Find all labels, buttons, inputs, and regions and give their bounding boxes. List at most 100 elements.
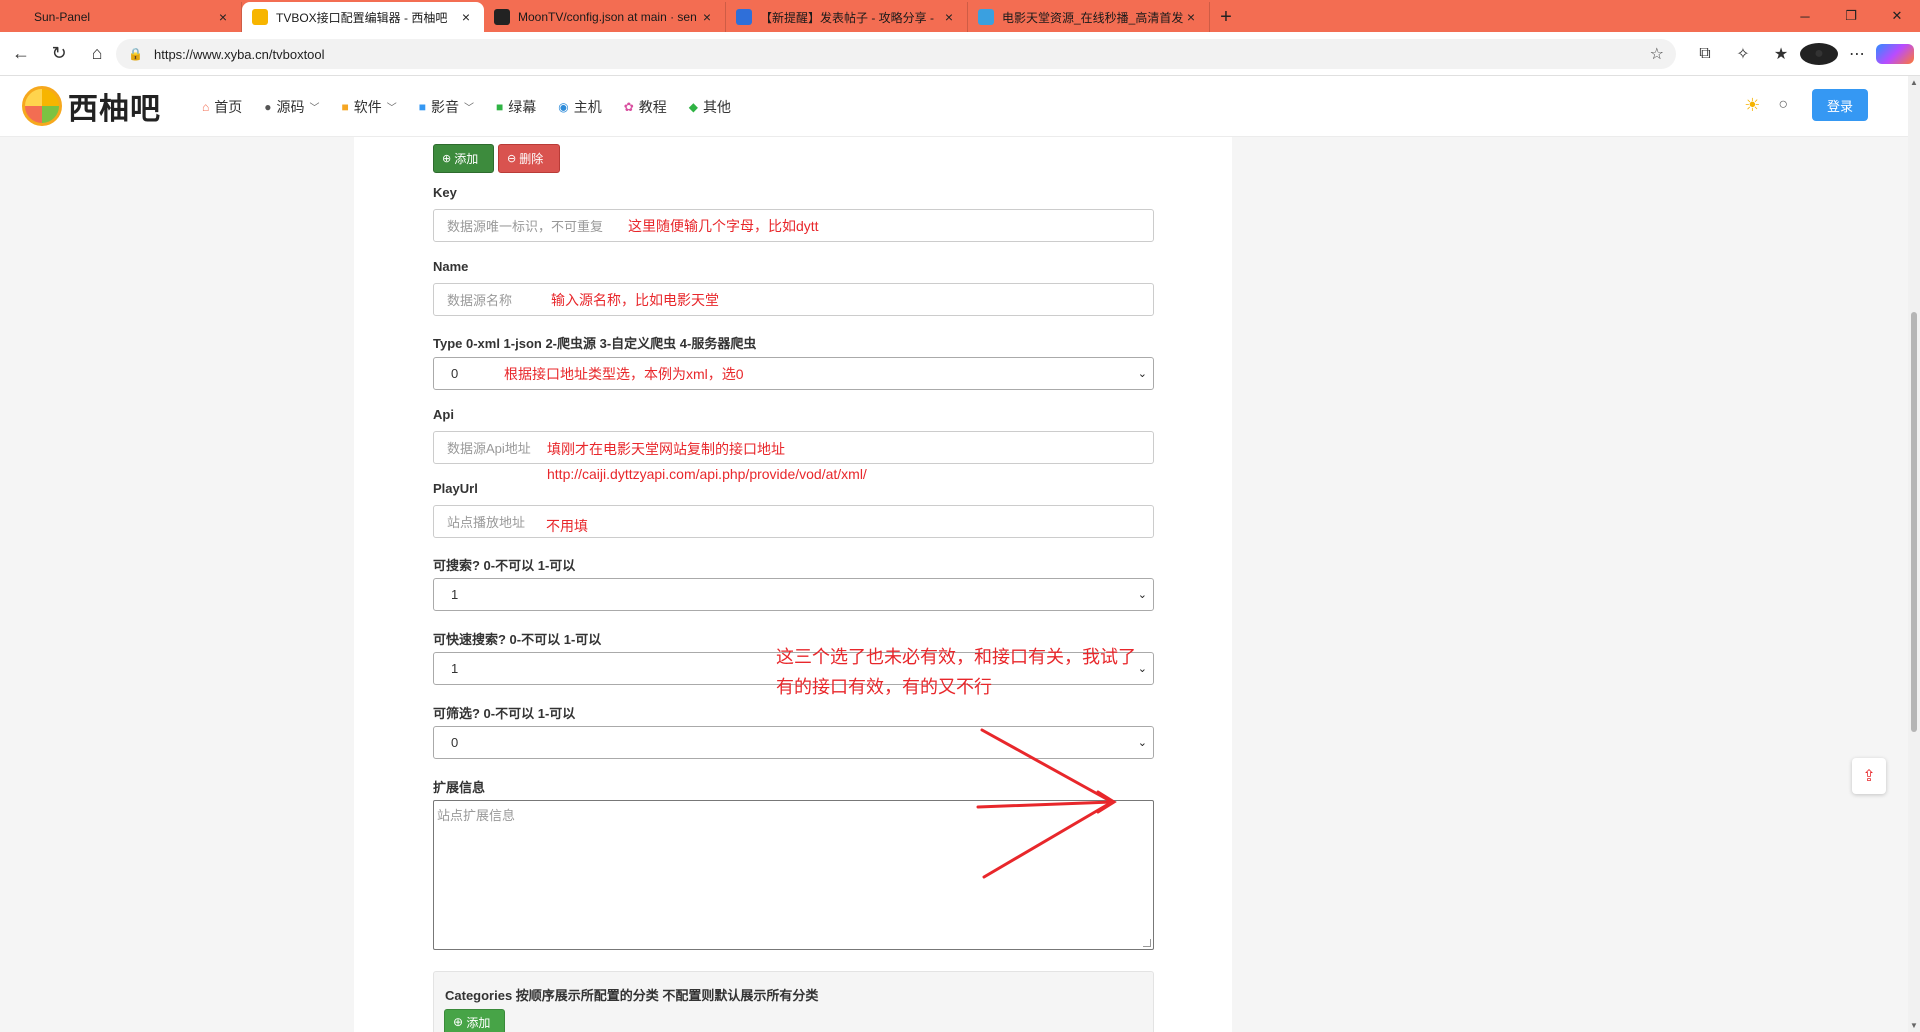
menu-item[interactable]: ● 源码 ﹀	[264, 97, 319, 117]
categories-title: Categories 按顺序展示所配置的分类 不配置则默认展示所有分类	[445, 988, 819, 1003]
menu-item-label: 软件	[353, 98, 382, 115]
copilot-button[interactable]	[1876, 44, 1914, 64]
browser-tab[interactable]: MoonTV/config.json at main · sen ×	[484, 2, 726, 32]
menu-item-label: 教程	[638, 98, 667, 115]
delete-source-button[interactable]: ⊖ 删除	[498, 144, 560, 173]
resize-handle[interactable]	[1143, 939, 1151, 947]
menu-item[interactable]: ■ 影音 ﹀	[419, 97, 474, 117]
restore-icon[interactable]: ❐	[1828, 0, 1874, 32]
arrow-line-top	[980, 728, 1114, 804]
url-text: https://www.xyba.cn/tvboxtool	[154, 46, 325, 62]
delete-label: 删除	[519, 152, 544, 166]
chevron-down-icon: ⌄	[1137, 368, 1147, 380]
menu-item[interactable]: ■ 绿幕	[496, 97, 536, 117]
type-value: 0	[451, 366, 459, 381]
login-button[interactable]: 登录	[1812, 89, 1868, 121]
search-icon[interactable]: ○	[1778, 96, 1788, 114]
arrow-line-bottom	[982, 800, 1114, 879]
name-label: Name	[433, 259, 469, 274]
categories-add-label: 添加	[466, 1015, 491, 1030]
back-icon[interactable]: ←	[4, 37, 38, 71]
menu-item-label: 源码	[276, 98, 305, 115]
more-menu-icon[interactable]: ⋯	[1838, 44, 1876, 64]
add-source-button[interactable]: ⊕ 添加	[433, 144, 494, 173]
browser-tab[interactable]: Sun-Panel ×	[0, 2, 242, 32]
theme-toggle-sun-icon[interactable]: ☀	[1744, 95, 1760, 116]
github-icon: ●	[264, 99, 272, 114]
split-screen-icon[interactable]: ⧉	[1686, 45, 1724, 63]
tab-close-icon[interactable]: ×	[1183, 9, 1199, 25]
chevron-down-icon: ⌄	[1137, 589, 1147, 601]
tab-close-icon[interactable]: ×	[941, 9, 957, 25]
tab-close-icon[interactable]: ×	[699, 9, 715, 25]
filterable-value: 0	[451, 735, 459, 750]
menu-item-label: 影音	[431, 98, 459, 115]
menu-item[interactable]: ◉ 主机	[558, 97, 601, 117]
minus-circle-icon: ⊖	[507, 153, 517, 165]
grapefruit-logo-icon	[22, 86, 62, 126]
home-icon: ⌂	[202, 99, 210, 114]
quicksearch-value: 1	[451, 661, 459, 676]
chevron-down-icon: ﹀	[464, 103, 474, 114]
favorite-star-icon[interactable]: ☆	[1650, 44, 1664, 64]
browser-tab[interactable]: TVBOX接口配置编辑器 - 西柚吧 ×	[242, 2, 484, 32]
menu-item-label: 首页	[214, 98, 243, 115]
menu-item[interactable]: ◆ 其他	[689, 97, 731, 117]
quicksearch-label: 可快速搜索? 0-不可以 1-可以	[433, 632, 602, 647]
home-icon[interactable]: ⌂	[80, 37, 114, 71]
menu-item[interactable]: ⌂ 首页	[202, 97, 242, 117]
name-input[interactable]: 数据源名称	[433, 283, 1154, 316]
profile-avatar[interactable]: ●	[1800, 43, 1838, 65]
site-info-icon[interactable]: 🔒	[128, 47, 144, 61]
add-label: 添加	[454, 152, 479, 166]
address-bar[interactable]: 🔒 https://www.xyba.cn/tvboxtool ☆	[116, 39, 1676, 69]
favorites-icon[interactable]: ★	[1762, 44, 1800, 64]
other-icon: ◆	[688, 99, 699, 114]
key-placeholder: 数据源唯一标识，不可重复	[447, 219, 604, 234]
name-annotation: 输入源名称，比如电影天堂	[551, 292, 719, 308]
browser-tab[interactable]: 电影天堂资源_在线秒播_高清首发 ×	[968, 2, 1210, 32]
searchable-select[interactable]: 1 ⌄	[433, 578, 1154, 611]
scrollbar-thumb[interactable]	[1911, 312, 1917, 732]
tab-title: MoonTV/config.json at main · sen	[518, 10, 697, 24]
plus-circle-icon: ⊕	[453, 1015, 467, 1029]
menu-item-label: 绿幕	[508, 98, 537, 115]
menu-item[interactable]: ✿ 教程	[624, 97, 667, 117]
page-scrollbar[interactable]: ▲ ▼	[1908, 76, 1920, 1032]
minimize-icon[interactable]: ─	[1782, 0, 1828, 32]
tab-close-icon[interactable]: ×	[215, 9, 231, 25]
api-annotation: 填刚才在电影天堂网站复制的接口地址	[547, 441, 785, 457]
playurl-input[interactable]: 站点播放地址	[433, 505, 1154, 538]
reload-icon[interactable]: ↻	[42, 37, 76, 71]
ext-placeholder: 站点扩展信息	[437, 808, 516, 823]
browser-tab-strip: Sun-Panel × TVBOX接口配置编辑器 - 西柚吧 × MoonTV/conf…	[0, 0, 1920, 32]
searchable-value: 1	[451, 587, 459, 602]
chevron-down-icon: ﹀	[386, 103, 397, 114]
tab-title: 电影天堂资源_在线秒播_高清首发	[1002, 10, 1183, 25]
add-category-button[interactable]: ⊕ 添加	[444, 1009, 505, 1032]
api-input[interactable]: 数据源Api地址	[433, 431, 1154, 464]
tab-list: Sun-Panel × TVBOX接口配置编辑器 - 西柚吧 × MoonTV/conf…	[0, 0, 1210, 32]
close-window-icon[interactable]: ✕	[1874, 0, 1920, 32]
dytt-icon	[978, 9, 994, 25]
sun-panel-icon	[10, 9, 26, 25]
new-tab-button[interactable]: +	[1210, 2, 1242, 32]
browser-tab[interactable]: 【新提醒】发表帖子 - 攻略分享 - ×	[726, 2, 968, 32]
extensions-icon[interactable]: ✧	[1724, 44, 1762, 64]
back-to-top-rocket-icon[interactable]: ⇪	[1852, 758, 1886, 794]
searchable-label: 可搜索? 0-不可以 1-可以	[433, 558, 576, 573]
software-icon: ■	[341, 99, 349, 114]
tab-close-icon[interactable]: ×	[458, 9, 474, 25]
tab-title: 【新提醒】发表帖子 - 攻略分享 -	[760, 10, 934, 25]
scroll-down-icon[interactable]: ▼	[1910, 1021, 1918, 1030]
scroll-up-icon[interactable]: ▲	[1910, 78, 1918, 87]
menu-item[interactable]: ■ 软件 ﹀	[342, 97, 397, 117]
github-icon	[494, 9, 510, 25]
site-logo[interactable]: 西柚吧	[22, 84, 161, 128]
site-header: 西柚吧 ⌂ 首页 ● 源码 ﹀ ■ 软件 ﹀ ■ 影音 ﹀ ■ 绿幕 ◉ 主机 ✿ 教程 ◆ 其他 ☀ ○ 登录	[0, 76, 1908, 137]
api-label: Api	[433, 407, 454, 422]
chevron-down-icon: ⌄	[1137, 663, 1147, 675]
playurl-placeholder: 站点播放地址	[447, 515, 526, 530]
type-annotation: 根据接口地址类型选，本例为xml，选0	[504, 366, 744, 382]
tab-title: Sun-Panel	[34, 10, 91, 24]
